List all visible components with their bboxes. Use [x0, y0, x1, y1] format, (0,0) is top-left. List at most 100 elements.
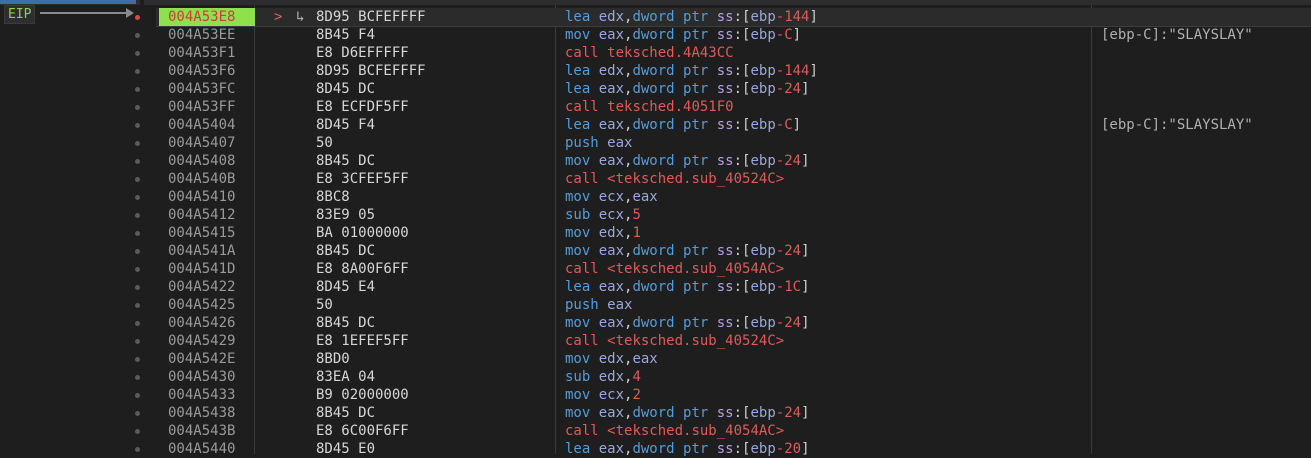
instruction-token: mov	[565, 243, 599, 259]
instruction-row[interactable]: 004A53F6 8D95 BCFEFFFF lea edx,dword ptr s…	[156, 62, 1311, 80]
instruction-token: eax	[598, 243, 625, 259]
instruction-token: push	[565, 135, 608, 151]
disassembly-view[interactable]: 004A53E8 > ↳ 8D95 BCFEFFFF lea edx,dword ptr…	[156, 5, 1311, 457]
breakpoint-dot-icon[interactable]	[135, 177, 140, 182]
breakpoint-dot-icon[interactable]	[135, 375, 140, 380]
instruction-row[interactable]: 004A5408 8B45 DC mov eax,dword ptr ss:[ebp…	[156, 152, 1311, 170]
instruction-bytes: E8 6C00F6FF	[316, 423, 409, 439]
instruction-row[interactable]: 004A5430 83EA 04 sub edx,4	[156, 368, 1311, 386]
instruction-address: 004A53FF	[168, 99, 236, 115]
current-instruction-row[interactable]: 004A53E8 > ↳ 8D95 BCFEFFFF lea edx,dword ptr…	[156, 8, 1311, 27]
instruction-text: mov edx,eax	[565, 350, 658, 368]
breakpoint-dot-icon[interactable]	[135, 105, 140, 110]
instruction-text: lea eax,dword ptr ss:[ebp-24]	[565, 80, 810, 98]
breakpoint-dot-icon[interactable]	[135, 249, 140, 254]
instruction-token: call	[565, 333, 608, 349]
instruction-token: ebp	[750, 117, 776, 133]
instruction-row[interactable]: 004A5415 BA 01000000 mov edx,1	[156, 224, 1311, 242]
breakpoint-dot-icon[interactable]	[135, 213, 140, 218]
active-tab-indicator[interactable]	[0, 0, 136, 4]
breakpoint-dot-icon[interactable]	[135, 87, 140, 92]
breakpoint-dot-icon[interactable]	[135, 69, 140, 74]
instruction-row[interactable]: 004A542E 8BD0 mov edx,eax	[156, 350, 1311, 368]
instruction-row[interactable]: 004A540B E8 3CFEF5FF call <teksched.sub_40…	[156, 170, 1311, 188]
instruction-token: -24	[775, 153, 802, 169]
breakpoint-dot-icon[interactable]	[135, 33, 140, 38]
eip-arrowhead-icon	[126, 8, 134, 18]
instruction-text: mov eax,dword ptr ss:[ebp-C]	[565, 26, 801, 44]
instruction-row[interactable]: 004A53FC 8D45 DC lea eax,dword ptr ss:[ebp…	[156, 80, 1311, 98]
breakpoint-dot-icon[interactable]	[135, 393, 140, 398]
instruction-address: 004A53F1	[168, 45, 236, 61]
breakpoint-dot-icon[interactable]	[135, 411, 140, 416]
branch-arrow-icon: ↳	[296, 9, 305, 25]
instruction-token: lea	[565, 117, 599, 133]
instruction-token: :[	[733, 315, 751, 331]
instruction-token: lea	[565, 279, 599, 295]
instruction-bytes: 8D45 F4	[316, 117, 376, 133]
instruction-address: 004A5412	[168, 207, 236, 223]
breakpoint-dot-icon[interactable]	[135, 447, 140, 452]
instruction-token: ]	[801, 441, 810, 457]
breakpoint-dot-icon[interactable]	[135, 195, 140, 200]
breakpoint-dot-icon[interactable]	[135, 357, 140, 362]
instruction-token: eax	[598, 27, 625, 43]
instruction-token: -C	[775, 27, 793, 43]
breakpoint-dot-icon[interactable]	[135, 429, 140, 434]
instruction-address: 004A5430	[168, 369, 236, 385]
instruction-text: call <teksched.sub_40524C>	[565, 170, 784, 188]
breakpoint-dot-icon[interactable]	[135, 321, 140, 326]
instruction-row[interactable]: 004A53F1 E8 D6EFFFFF call teksched.4A43CC	[156, 44, 1311, 62]
instruction-row[interactable]: 004A5412 83E9 05 sub ecx,5	[156, 206, 1311, 224]
instruction-token: ss	[716, 27, 734, 43]
instruction-token: :[	[733, 441, 751, 457]
instruction-token: -24	[775, 315, 802, 331]
breakpoint-dot-icon[interactable]	[135, 267, 140, 272]
instruction-row[interactable]: 004A53EE 8B45 F4 mov eax,dword ptr ss:[ebp…	[156, 26, 1311, 44]
instruction-comment: [ebp-C]:"SLAYSLAY"	[1101, 27, 1253, 43]
instruction-row[interactable]: 004A5407 50 push eax	[156, 134, 1311, 152]
breakpoint-dot-icon[interactable]	[135, 231, 140, 236]
breakpoint-dot-icon[interactable]	[135, 123, 140, 128]
instruction-token: eax	[598, 405, 625, 421]
instruction-text: lea edx,dword ptr ss:[ebp-144]	[565, 8, 818, 26]
instruction-bytes: E8 8A00F6FF	[316, 261, 409, 277]
instruction-token: :[	[733, 243, 751, 259]
instruction-bytes: 50	[316, 297, 333, 313]
instruction-row[interactable]: 004A5404 8D45 F4 lea eax,dword ptr ss:[ebp…	[156, 116, 1311, 134]
instruction-text: mov ecx,eax	[565, 188, 658, 206]
breakpoint-dot-icon[interactable]	[135, 285, 140, 290]
breakpoint-dot-icon[interactable]	[135, 339, 140, 344]
instruction-token: eax	[607, 135, 633, 151]
instruction-row[interactable]: 004A541D E8 8A00F6FF call <teksched.sub_40…	[156, 260, 1311, 278]
instruction-row[interactable]: 004A5426 8B45 DC mov eax,dword ptr ss:[ebp…	[156, 314, 1311, 332]
instruction-row[interactable]: 004A5422 8D45 E4 lea eax,dword ptr ss:[ebp…	[156, 278, 1311, 296]
instruction-text: call <teksched.sub_4054AC>	[565, 422, 784, 440]
breakpoint-dot-icon[interactable]	[135, 159, 140, 164]
breakpoint-dot-icon[interactable]	[135, 51, 140, 56]
breakpoint-dot-icon[interactable]	[135, 141, 140, 146]
instruction-row[interactable]: 004A5433 B9 02000000 mov ecx,2	[156, 386, 1311, 404]
breakpoint-dot-icon[interactable]	[135, 15, 140, 20]
instruction-row[interactable]: 004A5410 8BC8 mov ecx,eax	[156, 188, 1311, 206]
instruction-token: ebp	[750, 315, 776, 331]
instruction-token: dword ptr	[632, 63, 717, 79]
instruction-token: mov	[565, 27, 599, 43]
instruction-token: ]	[801, 81, 810, 97]
instruction-row[interactable]: 004A543B E8 6C00F6FF call <teksched.sub_40…	[156, 422, 1311, 440]
instruction-token: <teksched.sub_4054AC>	[607, 423, 785, 439]
instruction-row[interactable]: 004A5438 8B45 DC mov eax,dword ptr ss:[ebp…	[156, 404, 1311, 422]
instruction-row[interactable]: 004A53FF E8 ECFDF5FF call teksched.4051F0	[156, 98, 1311, 116]
instruction-token: ebp	[750, 27, 776, 43]
instruction-token: ss	[716, 315, 734, 331]
eip-gutter[interactable]	[0, 5, 156, 454]
instruction-row[interactable]: 004A541A 8B45 DC mov eax,dword ptr ss:[ebp…	[156, 242, 1311, 260]
breakpoint-dot-icon[interactable]	[135, 303, 140, 308]
instruction-token: ]	[801, 405, 810, 421]
instruction-row[interactable]: 004A5425 50 push eax	[156, 296, 1311, 314]
instruction-row[interactable]: 004A5429 E8 1EFEF5FF call <teksched.sub_40…	[156, 332, 1311, 350]
instruction-token: dword ptr	[632, 405, 717, 421]
instruction-comment: [ebp-C]:"SLAYSLAY"	[1101, 117, 1253, 133]
instruction-row[interactable]: 004A5440 8D45 E0 lea eax,dword ptr ss:[ebp…	[156, 440, 1311, 458]
instruction-address: 004A543B	[168, 423, 236, 439]
